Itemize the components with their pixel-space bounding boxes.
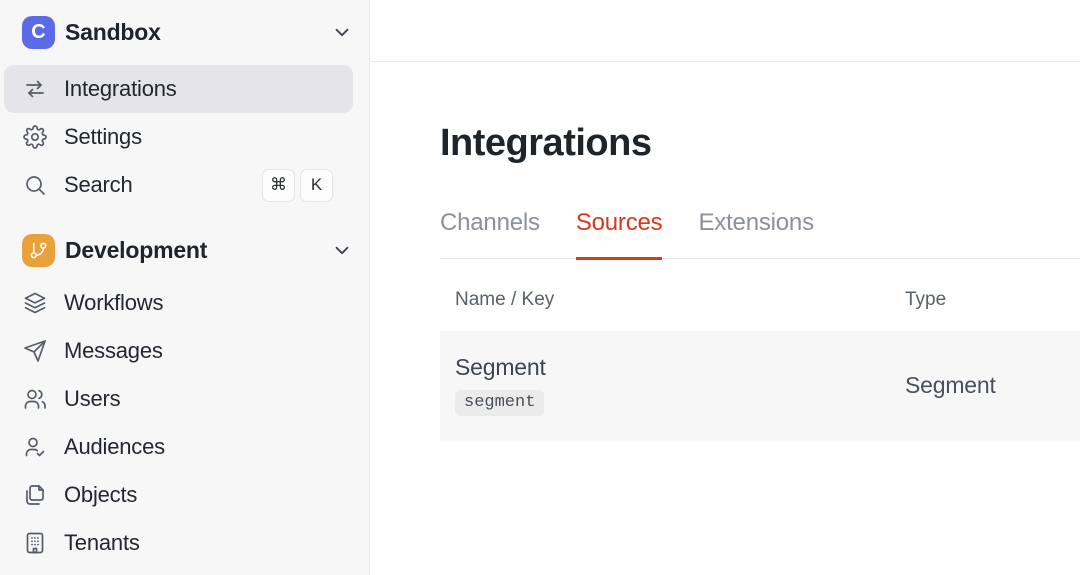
sidebar-section-development[interactable]: Development — [22, 226, 353, 274]
workspace-name: Sandbox — [65, 18, 161, 45]
page-title: Integrations — [440, 122, 652, 164]
user-check-icon — [25, 437, 45, 457]
sidebar-item-tenants[interactable]: Tenants — [4, 519, 353, 567]
sidebar-item-users[interactable]: Users — [4, 375, 353, 423]
logo-letter: C — [31, 20, 46, 43]
column-header-type: Type — [905, 289, 947, 310]
tab-sources[interactable]: Sources — [575, 209, 663, 260]
git-branch-icon — [30, 242, 47, 258]
table-header: Name / Key Type — [440, 259, 1080, 331]
main-content: Integrations Channels Sources Extensions… — [370, 0, 1080, 575]
sidebar-item-objects[interactable]: Objects — [4, 471, 353, 519]
sidebar-item-label: Objects — [64, 482, 138, 507]
search-shortcut: ⌘ K — [262, 168, 333, 202]
copy-icon — [26, 485, 44, 505]
source-name-cell: Segment segment — [440, 354, 890, 416]
source-type-cell: Segment — [905, 371, 996, 398]
sources-table: Name / Key Type Segment segment Segment — [440, 259, 1080, 441]
column-header-name-key: Name / Key — [455, 289, 555, 310]
sidebar-item-label: Workflows — [64, 290, 164, 315]
development-badge — [22, 233, 55, 267]
sidebar-item-settings[interactable]: Settings — [4, 113, 353, 161]
building-icon — [26, 532, 44, 554]
sidebar-item-label: Settings — [64, 124, 142, 149]
workspace-switcher[interactable]: C Sandbox — [22, 8, 353, 56]
sidebar-item-workflows[interactable]: Workflows — [4, 279, 353, 327]
source-key-badge: segment — [455, 390, 545, 416]
chevron-down-icon — [335, 246, 349, 255]
topbar — [370, 0, 1080, 62]
courier-logo: C — [22, 15, 55, 49]
tab-bar: Channels Sources Extensions — [440, 209, 1080, 260]
app-window: C Sandbox Integrations Settings Search ⌘… — [0, 0, 1080, 575]
sidebar-item-label: Integrations — [64, 76, 177, 101]
sidebar-item-label: Search — [64, 172, 133, 197]
source-name: Segment — [455, 354, 546, 380]
table-row[interactable]: Segment segment Segment — [440, 331, 1080, 441]
tab-extensions[interactable]: Extensions — [698, 209, 814, 258]
sidebar-item-search[interactable]: Search ⌘ K — [4, 161, 353, 209]
tab-channels[interactable]: Channels — [440, 209, 540, 258]
sidebar-item-label: Messages — [64, 338, 163, 363]
paper-plane-icon — [24, 340, 46, 362]
sidebar-item-messages[interactable]: Messages — [4, 327, 353, 375]
sidebar-item-label: Tenants — [64, 530, 140, 555]
layers-icon — [24, 292, 46, 314]
sidebar-item-label: Audiences — [64, 434, 165, 459]
cmd-key: ⌘ — [262, 168, 295, 202]
k-key: K — [300, 168, 333, 202]
section-label: Development — [65, 236, 208, 263]
sidebar: C Sandbox Integrations Settings Search ⌘… — [0, 0, 370, 575]
sidebar-item-label: Users — [64, 386, 121, 411]
swap-arrows-icon — [26, 80, 44, 98]
sidebar-nav: Integrations Settings Search ⌘ K Develop… — [0, 65, 369, 567]
sidebar-item-audiences[interactable]: Audiences — [4, 423, 353, 471]
integrations-page: Integrations Channels Sources Extensions… — [370, 62, 1080, 441]
chevron-down-icon — [335, 28, 349, 37]
search-icon — [26, 176, 45, 195]
users-icon — [24, 389, 46, 409]
gear-icon — [23, 125, 47, 149]
sidebar-item-integrations[interactable]: Integrations — [4, 65, 353, 113]
